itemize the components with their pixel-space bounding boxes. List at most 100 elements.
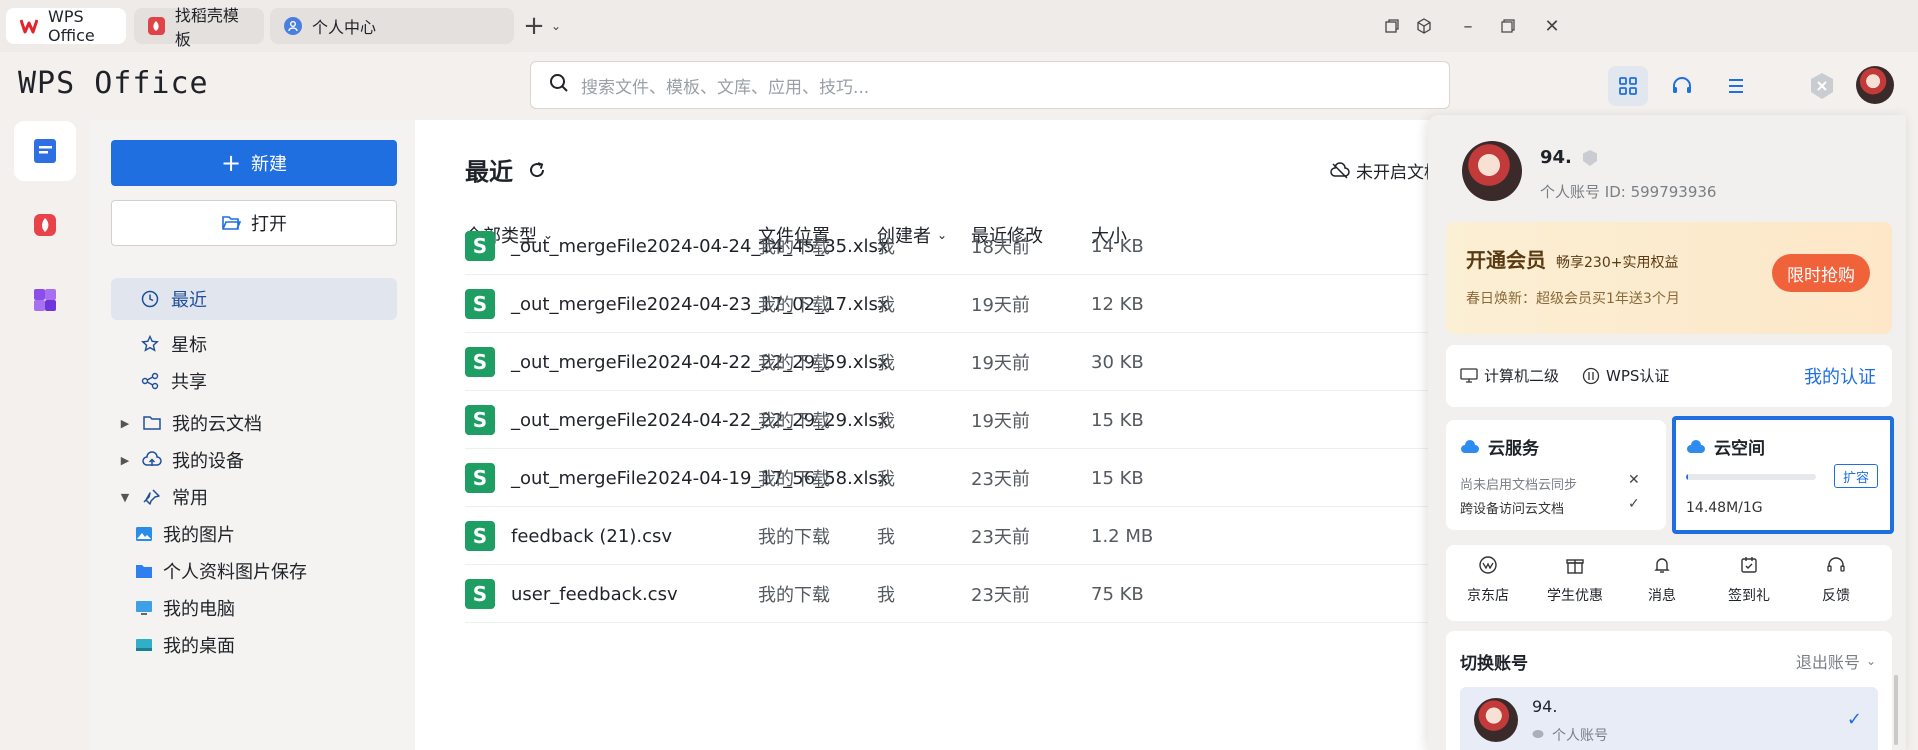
tree-item-my-devices[interactable]: ▶ 我的设备 (118, 440, 244, 480)
file-name[interactable]: _out_mergeFile2024-04-19_17_56_58.xlsx (511, 449, 889, 507)
popup-scrollbar[interactable] (1894, 675, 1898, 745)
tab-wps-office[interactable]: WPS Office (6, 7, 126, 45)
tree-item-my-pictures[interactable]: 我的图片 (135, 514, 235, 554)
user-avatar-button[interactable] (1856, 66, 1894, 104)
nav-item-shared[interactable]: 共享 (111, 360, 397, 402)
minimize-button[interactable]: – (1456, 14, 1480, 38)
tab-label: 找稻壳模板 (174, 6, 239, 49)
tree-item-profile-pictures[interactable]: 个人资料图片保存 (135, 551, 307, 591)
file-row[interactable]: S _out_mergeFile2024-04-24_14_45_35.xlsx 我… (465, 217, 1430, 275)
window-tile-icon[interactable] (1380, 14, 1404, 38)
cert-computer-level2[interactable]: 计算机二级 (1460, 365, 1559, 386)
cloud-space-card[interactable]: 云空间 扩容 14.48M/1G (1672, 416, 1894, 534)
left-rail (0, 120, 90, 750)
new-button[interactable]: + 新建 (111, 140, 397, 186)
search-input[interactable]: 搜索文件、模板、文库、应用、技巧... (530, 61, 1450, 109)
menu-button[interactable] (1716, 66, 1756, 106)
file-row[interactable]: S _out_mergeFile2024-04-23_17_02_17.xlsx 我… (465, 275, 1430, 333)
shortcut-jd[interactable]: 京东店 (1448, 555, 1528, 611)
collapse-caret-icon[interactable]: ▼ (118, 491, 132, 504)
refresh-icon[interactable] (527, 160, 547, 180)
new-tab-button[interactable]: + (522, 11, 546, 41)
vip-buy-button[interactable]: 限时抢购 (1772, 254, 1870, 292)
close-button[interactable]: ✕ (1540, 14, 1564, 38)
shortcut-calendar-check[interactable]: 签到礼 (1709, 555, 1789, 611)
file-name[interactable]: feedback (21).csv (511, 507, 672, 565)
check-icon: ✓ (1846, 709, 1862, 730)
file-row[interactable]: Sfeedback (21).csv 我的下载 我 23天前 1.2 MB (465, 507, 1430, 565)
nav-item-starred[interactable]: 星标 (111, 323, 397, 365)
tree-item-frequent[interactable]: ▼ 常用 (118, 477, 208, 517)
service-button[interactable] (1662, 66, 1702, 106)
cube-icon[interactable] (1412, 14, 1436, 38)
file-name[interactable]: _out_mergeFile2024-04-24_14_45_35.xlsx (511, 217, 889, 275)
spreadsheet-file-icon: S (465, 463, 495, 493)
cell-size: 30 KB (1091, 351, 1144, 373)
new-button-label: 新建 (251, 154, 288, 175)
rail-documents[interactable] (14, 121, 76, 181)
restore-button[interactable] (1496, 14, 1520, 38)
nav-item-label: 最近 (171, 290, 207, 311)
user-icon (284, 17, 302, 35)
file-row[interactable]: Suser_feedback.csv 我的下载 我 23天前 75 KB (465, 565, 1430, 623)
logout-button[interactable]: 退出账号 ⌄ (1796, 649, 1876, 673)
shortcuts-card: 京东店 学生优惠 消息 签到礼 反馈 (1446, 545, 1892, 621)
vip-banner[interactable]: 开通会员 畅享230+实用权益 春日焕新：超级会员买1年送3个月 限时抢购 (1446, 222, 1892, 334)
certificate-icon (1582, 367, 1600, 384)
title-bar: WPS Office 找稻壳模板 个人中心 + ⌄ – ✕ (0, 0, 1918, 52)
expand-storage-button[interactable]: 扩容 (1834, 464, 1878, 488)
file-name[interactable]: user_feedback.csv (511, 565, 678, 623)
expand-caret-icon[interactable]: ▶ (118, 417, 132, 430)
close-icon[interactable]: ✕ (1628, 472, 1640, 488)
chevron-down-icon[interactable]: ⌄ (544, 14, 568, 38)
page-title: 最近 (465, 152, 547, 187)
tree-item-label: 我的图片 (163, 525, 235, 546)
open-button[interactable]: 打开 (111, 200, 397, 246)
shortcut-label: 消息 (1648, 588, 1676, 604)
cell-size: 14 KB (1091, 235, 1144, 257)
desktop-icon (136, 639, 152, 651)
file-name[interactable]: _out_mergeFile2024-04-22_22_29_59.xlsx (511, 333, 889, 391)
spreadsheet-file-icon: S (465, 347, 495, 377)
my-certification-link[interactable]: 我的认证 (1804, 363, 1876, 389)
file-name[interactable]: _out_mergeFile2024-04-22_22_29_29.xlsx (511, 391, 889, 449)
cert-wps[interactable]: WPS认证 (1582, 365, 1669, 386)
file-row[interactable]: S _out_mergeFile2024-04-22_22_29_59.xlsx 我… (465, 333, 1430, 391)
shortcut-bell[interactable]: 消息 (1622, 555, 1702, 611)
cell-size: 15 KB (1091, 409, 1144, 431)
cell-size: 75 KB (1091, 583, 1144, 605)
nav-item-recent[interactable]: 最近 (111, 278, 397, 320)
cloud-upload-icon (142, 451, 162, 466)
docer-icon (148, 17, 165, 35)
file-row[interactable]: S _out_mergeFile2024-04-19_17_56_58.xlsx 我… (465, 449, 1430, 507)
file-name[interactable]: _out_mergeFile2024-04-23_17_02_17.xlsx (511, 275, 889, 333)
cell-creator: 我 (877, 353, 895, 374)
bell-icon (1652, 555, 1672, 579)
tree-item-label: 我的云文档 (172, 414, 262, 435)
file-row[interactable]: S _out_mergeFile2024-04-22_22_29_29.xlsx 我… (465, 391, 1430, 449)
apps-grid-button[interactable] (1608, 66, 1648, 106)
cloud-space-title-text: 云空间 (1714, 439, 1765, 459)
shortcut-label: 学生优惠 (1547, 588, 1603, 604)
app-header: WPS Office 搜索文件、模板、文库、应用、技巧... (0, 52, 1918, 120)
shortcut-gift[interactable]: 学生优惠 (1535, 555, 1615, 611)
shield-badge-icon (1582, 149, 1597, 166)
rail-apps[interactable] (14, 270, 76, 330)
tree-item-cloud-docs[interactable]: ▶ 我的云文档 (118, 403, 262, 443)
cloud-service-card[interactable]: 云服务 尚未启用文档云同步 ✕ 跨设备访问云文档 ✓ (1446, 420, 1666, 530)
tree-item-my-desktop[interactable]: 我的桌面 (135, 625, 235, 665)
picture-icon (136, 527, 152, 541)
account-avatar[interactable] (1462, 141, 1522, 201)
account-row-current[interactable]: 94. 个人账号 ✓ (1460, 687, 1878, 750)
cloud-off-icon (1330, 161, 1350, 179)
tab-docer-templates[interactable]: 找稻壳模板 (134, 6, 264, 49)
expand-caret-icon[interactable]: ▶ (118, 454, 132, 467)
vip-shield-button[interactable] (1802, 66, 1842, 106)
tree-item-label: 常用 (172, 488, 208, 509)
tree-item-my-computer[interactable]: 我的电脑 (135, 588, 235, 628)
tab-personal-center[interactable]: 个人中心 (270, 8, 514, 44)
spreadsheet-file-icon: S (465, 405, 495, 435)
clock-icon (141, 290, 159, 308)
rail-docer[interactable] (14, 195, 76, 255)
shortcut-headset[interactable]: 反馈 (1796, 555, 1876, 611)
